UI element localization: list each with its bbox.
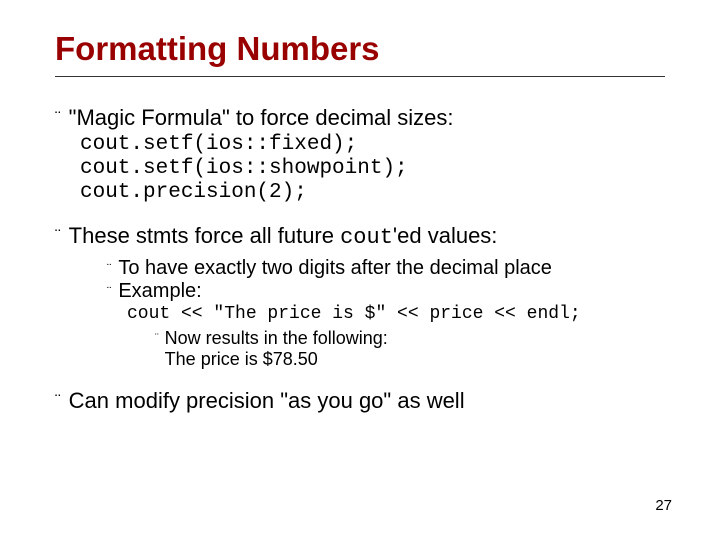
inline-code: cout (340, 225, 393, 250)
slide-title: Formatting Numbers (55, 30, 665, 68)
title-rule (55, 76, 665, 77)
code-line: cout.setf(ios::fixed); (80, 133, 665, 157)
bullet-diamond-icon: ¨ (55, 388, 61, 413)
bullet-text: Example: (118, 280, 201, 303)
bullet-text: "Magic Formula" to force decimal sizes: (69, 105, 454, 131)
bullet-diamond-icon: ¨ (107, 257, 111, 280)
code-block-magic: cout.setf(ios::fixed); cout.setf(ios::sh… (80, 133, 665, 205)
bullet-magic-formula: ¨ "Magic Formula" to force decimal sizes… (55, 105, 665, 205)
bullet-text: Now results in the following: The price … (165, 328, 388, 370)
code-line: cout.setf(ios::showpoint); (80, 157, 665, 181)
bullet-modify: ¨ Can modify precision "as you go" as we… (55, 388, 665, 414)
sub-bullet-twodigits: ¨ To have exactly two digits after the d… (107, 257, 665, 280)
bullet-diamond-icon: ¨ (155, 328, 159, 349)
sub-bullet-example: ¨ Example: (107, 280, 665, 303)
bullet-stmts: ¨ These stmts force all future cout'ed v… (55, 223, 665, 370)
code-line-example: cout << "The price is $" << price << end… (127, 303, 665, 325)
page-number: 27 (655, 497, 672, 514)
subsub-bullet-results: ¨ Now results in the following: The pric… (155, 328, 665, 370)
code-line: cout.precision(2); (80, 181, 665, 205)
bullet-diamond-icon: ¨ (107, 280, 111, 303)
bullet-text: To have exactly two digits after the dec… (118, 257, 552, 280)
bullet-diamond-icon: ¨ (55, 105, 61, 130)
bullet-text: Can modify precision "as you go" as well (69, 388, 465, 414)
bullet-text: These stmts force all future cout'ed val… (69, 223, 498, 251)
bullet-diamond-icon: ¨ (55, 223, 61, 248)
